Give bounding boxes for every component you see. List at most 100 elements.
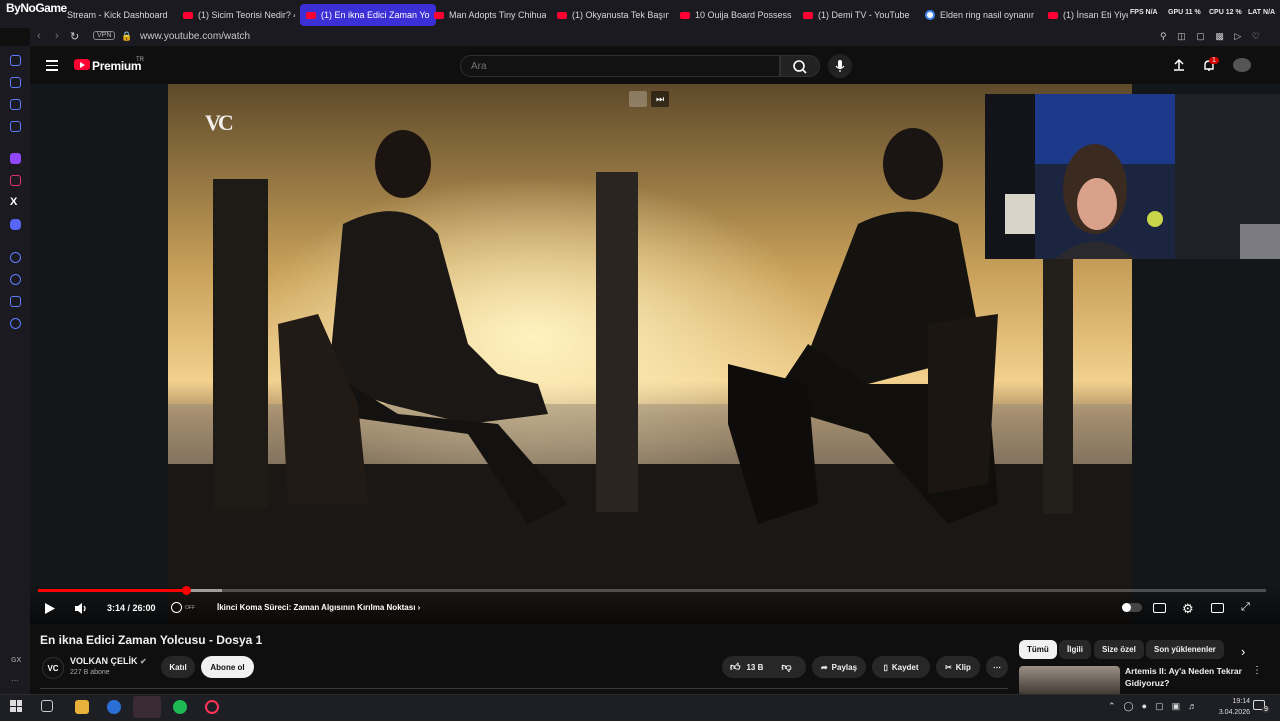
gx-label: GX bbox=[11, 657, 22, 664]
share-button[interactable]: ➦ Paylaş bbox=[812, 656, 866, 678]
kick-icon bbox=[60, 12, 62, 19]
theater-mode-icon[interactable] bbox=[1211, 603, 1224, 613]
subtitles-icon[interactable] bbox=[1153, 603, 1166, 613]
tab-label: (1) İnsan Eti Yiyen Righ bbox=[1063, 10, 1128, 20]
chip-all[interactable]: Tümü bbox=[1019, 640, 1057, 659]
browser-tab[interactable]: (1) Okyanusta Tek Başına bbox=[557, 4, 669, 26]
chevron-up-icon[interactable]: ⌃ bbox=[1108, 701, 1116, 712]
chapter-title[interactable]: İkinci Koma Süreci: Zaman Algısının Kırı… bbox=[217, 603, 420, 612]
browser-tab[interactable]: Stream - Kick Dashboard bbox=[60, 4, 168, 26]
browser-tab[interactable]: Elden ring nasil oynanır bbox=[925, 4, 1034, 26]
region-label: TR bbox=[136, 57, 144, 63]
fps-readout: FPS N/A bbox=[1130, 9, 1158, 16]
subscribe-button[interactable]: Abone ol bbox=[201, 656, 254, 678]
clip-button[interactable]: ✂ Klip bbox=[936, 656, 980, 678]
mute-button[interactable] bbox=[74, 602, 88, 620]
youtube-icon bbox=[1048, 11, 1058, 19]
shield-icon[interactable]: ▩ bbox=[1215, 31, 1224, 42]
mail-icon[interactable] bbox=[10, 121, 21, 132]
instagram-icon[interactable] bbox=[10, 175, 21, 186]
dislike-button[interactable]: 👎︎ bbox=[781, 661, 791, 673]
browser-tab[interactable]: (1) Sicim Teorisi Nedir? 4 bbox=[183, 4, 295, 26]
fullscreen-icon[interactable]: ⤢ bbox=[1241, 601, 1250, 614]
more-icon[interactable]: ⋯ bbox=[11, 676, 19, 685]
discord-icon[interactable] bbox=[10, 219, 21, 230]
progress-fill bbox=[38, 589, 187, 592]
cube-icon[interactable] bbox=[10, 296, 21, 307]
spotify-icon[interactable] bbox=[173, 700, 187, 714]
youtube-logo-icon[interactable] bbox=[74, 59, 90, 70]
settings-icon[interactable]: ⚙ bbox=[1182, 601, 1194, 617]
mic-icon[interactable]: ● bbox=[1142, 701, 1147, 712]
channel-name[interactable]: VOLKAN ÇELİK ✔ bbox=[70, 656, 147, 666]
progress-bar[interactable] bbox=[38, 589, 1266, 592]
chip-for-you[interactable]: Size özel bbox=[1094, 640, 1144, 659]
mic-icon bbox=[835, 60, 845, 72]
gamepad-icon[interactable] bbox=[10, 99, 21, 110]
tab-label: (1) Okyanusta Tek Başına bbox=[572, 10, 669, 20]
url-text[interactable]: www.youtube.com/watch bbox=[140, 31, 250, 42]
zoom-icon[interactable]: ⚲ bbox=[1160, 31, 1167, 42]
volume-icon[interactable]: ♬ bbox=[1188, 701, 1197, 712]
taskbar-clock[interactable]: 19:14 3.04.2026 bbox=[1200, 696, 1250, 718]
snapshot-icon[interactable]: ▢ bbox=[1196, 31, 1205, 42]
google-icon bbox=[925, 10, 935, 20]
voice-search-button[interactable] bbox=[828, 54, 852, 78]
vpn-badge[interactable]: VPN bbox=[93, 31, 116, 40]
search-input[interactable] bbox=[460, 55, 780, 77]
chip-recent[interactable]: Son yüklenenler bbox=[1146, 640, 1224, 659]
browser-tab[interactable]: Man Adopts Tiny Chihua bbox=[434, 4, 546, 26]
usb-icon[interactable]: ◯ bbox=[1124, 701, 1134, 712]
premium-label[interactable]: Premium bbox=[92, 59, 142, 73]
browser-tab[interactable]: (1) En ikna Edici Zaman Yo bbox=[300, 4, 436, 26]
browser-tab[interactable]: (1) İnsan Eti Yiyen Righ bbox=[1048, 4, 1128, 26]
skip-icon[interactable]: ⏭ bbox=[651, 91, 669, 107]
edge-icon[interactable] bbox=[107, 700, 121, 714]
browser-tab[interactable]: 10 Ouija Board Possessic bbox=[680, 4, 792, 26]
avatar[interactable] bbox=[1233, 58, 1251, 72]
network-icon[interactable]: ▣ bbox=[1172, 701, 1181, 712]
start-icon[interactable] bbox=[10, 700, 22, 712]
back-icon[interactable]: ‹ bbox=[37, 30, 41, 42]
more-actions-button[interactable]: ⋯ bbox=[986, 656, 1008, 678]
bag-icon[interactable] bbox=[10, 77, 21, 88]
autoplay-toggle[interactable] bbox=[1122, 603, 1142, 612]
clock-icon[interactable] bbox=[10, 274, 21, 285]
recommendation-title[interactable]: Artemis II: Ay'a Neden Tekrar Gidiyoruz? bbox=[1125, 665, 1245, 689]
recommendation-thumbnail[interactable] bbox=[1019, 666, 1120, 696]
forward-icon[interactable]: › bbox=[55, 30, 59, 42]
menu-icon[interactable] bbox=[46, 60, 58, 74]
settings-icon[interactable] bbox=[10, 318, 21, 329]
heart-icon[interactable]: ♡ bbox=[1252, 31, 1260, 42]
file-explorer-icon[interactable] bbox=[75, 700, 89, 714]
like-count: 13 B bbox=[746, 662, 764, 672]
like-button[interactable]: 👍︎ 13 B bbox=[730, 661, 763, 673]
x-icon[interactable]: X bbox=[10, 196, 17, 208]
play-button[interactable] bbox=[44, 602, 56, 620]
upload-icon[interactable] bbox=[1172, 58, 1186, 77]
chevron-right-icon[interactable]: › bbox=[1241, 644, 1245, 659]
thumbs-up-icon: 👍︎ bbox=[730, 662, 741, 673]
extension-icon[interactable]: ◫ bbox=[1177, 31, 1186, 42]
miniplayer-icon[interactable] bbox=[629, 91, 647, 107]
share-icon: ➦ bbox=[820, 662, 828, 672]
obs-icon[interactable] bbox=[205, 700, 219, 714]
browser-tab[interactable]: (1) Demi TV - YouTube bbox=[803, 4, 910, 26]
search-button[interactable] bbox=[780, 55, 820, 77]
more-icon: ⋯ bbox=[993, 662, 1001, 672]
display-icon[interactable]: ▢ bbox=[1155, 701, 1164, 712]
history-icon[interactable] bbox=[10, 55, 21, 66]
chip-related[interactable]: İlgili bbox=[1059, 640, 1091, 659]
reload-icon[interactable]: ↻ bbox=[70, 30, 79, 43]
save-button[interactable]: ▯ Kaydet bbox=[872, 656, 930, 678]
opera-gx-taskbar-button[interactable] bbox=[133, 696, 161, 718]
channel-avatar[interactable]: VC bbox=[42, 657, 64, 679]
recommendation-menu-icon[interactable]: ⋮ bbox=[1252, 665, 1262, 676]
join-button[interactable]: Katıl bbox=[161, 656, 195, 678]
lat-readout: LAT N/A bbox=[1248, 9, 1276, 16]
speed-toggle-icon[interactable] bbox=[171, 602, 182, 613]
twitch-icon[interactable] bbox=[10, 153, 21, 164]
player-icon[interactable] bbox=[10, 252, 21, 263]
task-view-icon[interactable] bbox=[41, 700, 53, 712]
player-icon[interactable]: ▷ bbox=[1234, 31, 1241, 42]
